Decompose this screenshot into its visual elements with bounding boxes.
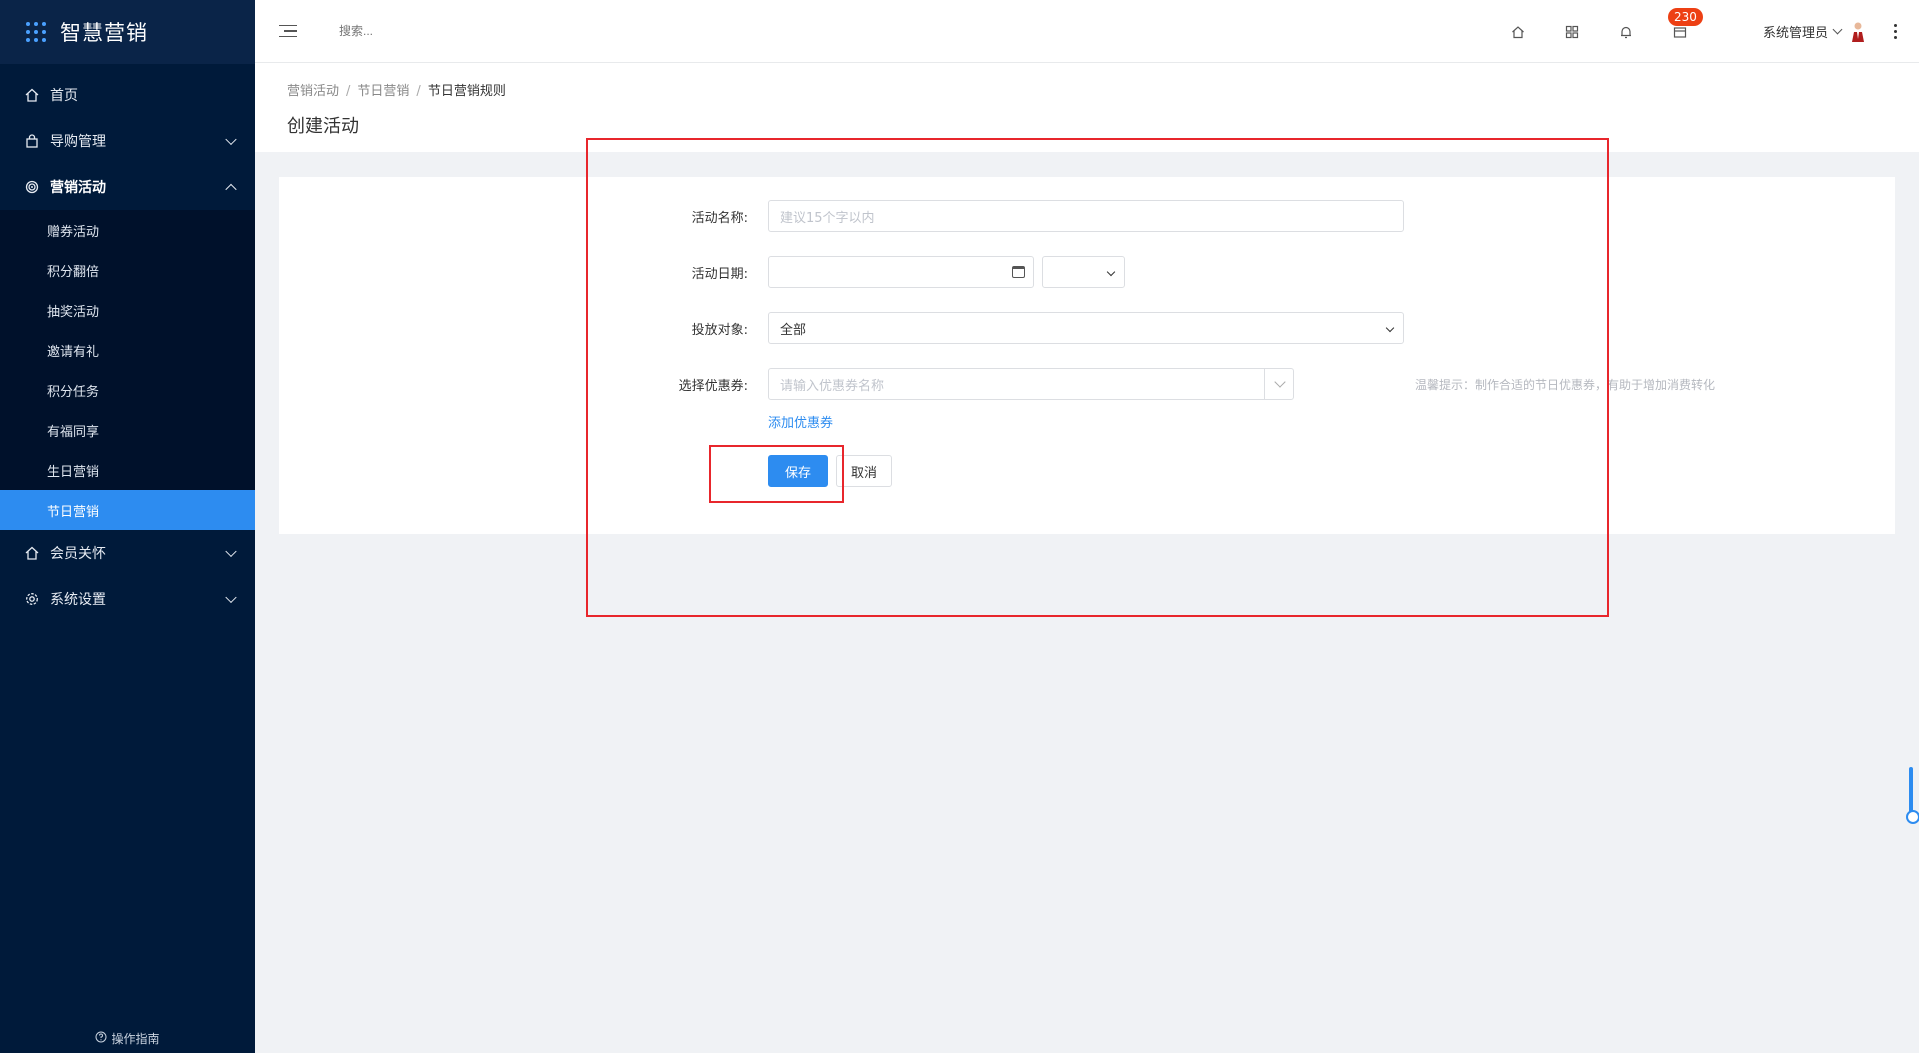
message-icon[interactable]: 230 bbox=[1667, 7, 1703, 40]
coupon-label: 选择优惠券: bbox=[678, 379, 748, 394]
user-menu[interactable]: 系统管理员 bbox=[1762, 22, 1843, 41]
page-title: 创建活动 bbox=[287, 116, 359, 137]
guide-label: 操作指南 bbox=[111, 1032, 160, 1046]
coupon-combobox[interactable]: 请输入优惠券名称 bbox=[768, 368, 1294, 400]
scroll-indicator[interactable] bbox=[1906, 767, 1919, 824]
chevron-down-icon[interactable] bbox=[1274, 376, 1286, 388]
breadcrumb-current: 节日营销规则 bbox=[427, 84, 506, 99]
date-label: 活动日期: bbox=[691, 267, 748, 282]
sidebar-menu: 首页 导购管理 营销活动 bbox=[0, 72, 255, 210]
sidebar-item-marketing[interactable]: 营销活动 bbox=[0, 164, 255, 210]
breadcrumb: 营销活动 / 节日营销 / 节日营销规则 bbox=[287, 84, 506, 99]
chevron-down-icon bbox=[1385, 323, 1395, 333]
help-icon bbox=[95, 1031, 107, 1046]
gear-icon bbox=[24, 591, 40, 607]
calendar-icon bbox=[1012, 266, 1025, 278]
logo[interactable]: 智慧营销 bbox=[0, 0, 255, 64]
chevron-down-icon bbox=[225, 591, 237, 604]
apps-grid-icon bbox=[26, 22, 46, 42]
coupon-placeholder: 请输入优惠券名称 bbox=[780, 378, 885, 394]
combobox-divider bbox=[1264, 369, 1265, 399]
sidebar-subitem[interactable]: 生日营销 bbox=[0, 450, 255, 490]
chevron-down-icon bbox=[225, 545, 237, 558]
sidebar-item-guide-management[interactable]: 导购管理 bbox=[0, 118, 255, 164]
sidebar: 智慧营销 首页 导购管理 营销活动 赠券活动 积分翻倍 抽奖活动 邀请有礼 积分… bbox=[0, 0, 255, 1053]
sidebar-item-label: 会员关怀 bbox=[50, 546, 106, 562]
sidebar-item-system-settings[interactable]: 系统设置 bbox=[0, 576, 255, 622]
target-label: 投放对象: bbox=[691, 323, 748, 338]
add-coupon-link[interactable]: 添加优惠券 bbox=[768, 412, 833, 431]
date-picker-input[interactable] bbox=[768, 256, 1034, 288]
sidebar-item-home[interactable]: 首页 bbox=[0, 72, 255, 118]
save-button[interactable]: 保存 bbox=[768, 455, 828, 487]
cancel-button[interactable]: 取消 bbox=[836, 455, 892, 487]
sidebar-item-member-care[interactable]: 会员关怀 bbox=[0, 530, 255, 576]
chevron-down-icon bbox=[225, 133, 237, 146]
page-header: 营销活动 / 节日营销 / 节日营销规则 创建活动 bbox=[255, 63, 1919, 152]
grid-icon[interactable] bbox=[1564, 24, 1580, 40]
sidebar-subitem[interactable]: 赠券活动 bbox=[0, 210, 255, 250]
bag-icon bbox=[24, 133, 40, 149]
sidebar-subitem[interactable]: 抽奖活动 bbox=[0, 290, 255, 330]
sidebar-subitem[interactable]: 有福同享 bbox=[0, 410, 255, 450]
app-title: 智慧营销 bbox=[60, 21, 148, 45]
search-input[interactable] bbox=[339, 24, 579, 38]
avatar[interactable] bbox=[1849, 21, 1867, 43]
sidebar-subitem[interactable]: 积分任务 bbox=[0, 370, 255, 410]
target-select[interactable]: 全部 bbox=[768, 312, 1404, 344]
home-icon bbox=[24, 87, 40, 103]
notification-badge: 230 bbox=[1667, 7, 1703, 26]
sidebar-item-label: 首页 bbox=[50, 88, 78, 104]
menu-toggle-icon[interactable] bbox=[279, 24, 297, 38]
marketing-submenu: 赠券活动 积分翻倍 抽奖活动 邀请有礼 积分任务 有福同享 生日营销 节日营销 bbox=[0, 210, 255, 530]
operation-guide-link[interactable]: 操作指南 bbox=[0, 1030, 255, 1047]
chevron-down-icon bbox=[1832, 24, 1843, 35]
top-header: 230 系统管理员 bbox=[255, 0, 1919, 63]
home-icon[interactable] bbox=[1510, 24, 1526, 40]
time-select[interactable] bbox=[1042, 256, 1125, 288]
target-select-value: 全部 bbox=[780, 322, 807, 338]
sidebar-item-label: 导购管理 bbox=[50, 134, 106, 150]
activity-name-input[interactable]: 建议15个字以内 bbox=[768, 200, 1404, 232]
more-vertical-icon[interactable] bbox=[1885, 24, 1905, 39]
target-icon bbox=[24, 179, 40, 195]
chevron-down-icon bbox=[1106, 267, 1116, 277]
sidebar-menu-lower: 会员关怀 系统设置 bbox=[0, 530, 255, 622]
user-name: 系统管理员 bbox=[1762, 26, 1828, 41]
name-label: 活动名称: bbox=[691, 211, 748, 226]
coupon-tip: 温馨提示：制作合适的节日优惠券，有助于增加消费转化 bbox=[1415, 378, 1716, 392]
sidebar-subitem[interactable]: 积分翻倍 bbox=[0, 250, 255, 290]
bell-icon[interactable] bbox=[1618, 24, 1634, 40]
breadcrumb-item[interactable]: 营销活动 bbox=[287, 84, 339, 99]
header-actions: 230 系统管理员 bbox=[1491, 0, 1919, 63]
chevron-up-icon bbox=[225, 183, 237, 196]
sidebar-subitem[interactable]: 邀请有礼 bbox=[0, 330, 255, 370]
house-icon bbox=[24, 545, 40, 561]
sidebar-item-label: 营销活动 bbox=[50, 180, 106, 196]
sidebar-subitem-active[interactable]: 节日营销 bbox=[0, 490, 255, 530]
sidebar-item-label: 系统设置 bbox=[50, 592, 106, 608]
form-card: 活动名称: 建议15个字以内 活动日期: 投放对象: 全部 选择优惠券: 请输入… bbox=[279, 177, 1895, 534]
breadcrumb-item[interactable]: 节日营销 bbox=[357, 84, 409, 99]
